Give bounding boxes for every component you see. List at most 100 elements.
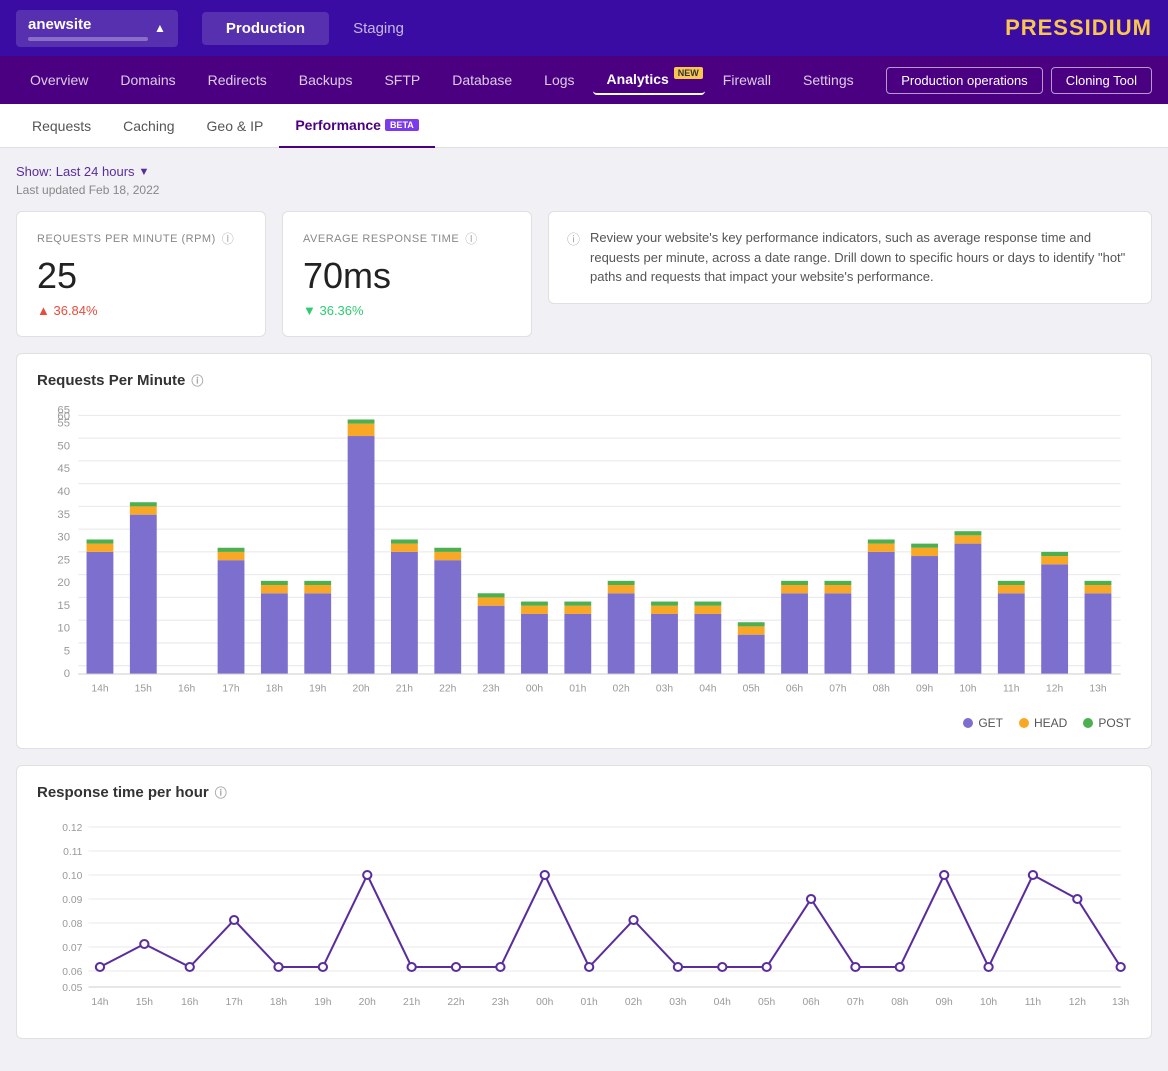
bar-19h-head: [304, 585, 331, 593]
site-name: anewsite: [28, 16, 148, 33]
nav-settings[interactable]: Settings: [789, 66, 868, 94]
bar-05h-post: [738, 622, 765, 626]
cloning-tool-button[interactable]: Cloning Tool: [1051, 67, 1152, 94]
point-05h: [763, 963, 771, 971]
nav-overview[interactable]: Overview: [16, 66, 102, 94]
svg-text:15: 15: [57, 600, 70, 612]
svg-text:08h: 08h: [873, 684, 890, 695]
bar-21h-head: [391, 544, 418, 552]
bar-03h-get: [651, 614, 678, 674]
art-change: ▼ 36.36%: [303, 303, 511, 318]
art-info-icon[interactable]: ⓘ: [465, 230, 478, 247]
nav-logs[interactable]: Logs: [530, 66, 588, 94]
bar-22h-get: [434, 560, 461, 674]
bar-13h-post: [1085, 581, 1112, 585]
svg-text:12h: 12h: [1046, 684, 1063, 695]
response-chart-section: Response time per hour ⓘ 0.12 0.11 0.10 …: [16, 765, 1152, 1039]
response-chart-info-icon[interactable]: ⓘ: [215, 784, 227, 801]
bar-14h-get: [87, 552, 114, 674]
svg-text:10: 10: [57, 623, 70, 635]
bar-02h-post: [608, 581, 635, 585]
bar-18h-get: [261, 593, 288, 674]
nav-backups[interactable]: Backups: [285, 66, 367, 94]
bar-04h-head: [694, 606, 721, 614]
svg-text:00h: 00h: [536, 997, 553, 1008]
svg-text:14h: 14h: [91, 997, 108, 1008]
env-tab-production[interactable]: Production: [202, 12, 329, 45]
bar-17h-post: [218, 548, 245, 552]
subnav-geoip[interactable]: Geo & IP: [191, 104, 280, 148]
date-filter-label: Show: Last 24 hours: [16, 164, 135, 179]
bar-11h-head: [998, 585, 1025, 593]
svg-text:05h: 05h: [743, 684, 760, 695]
date-filter[interactable]: Show: Last 24 hours ▼: [16, 164, 1152, 179]
svg-text:16h: 16h: [181, 997, 198, 1008]
point-21h: [408, 963, 416, 971]
subnav-requests[interactable]: Requests: [16, 104, 107, 148]
svg-text:04h: 04h: [699, 684, 716, 695]
point-00h: [541, 871, 549, 879]
response-line: [100, 875, 1121, 967]
svg-text:45: 45: [57, 463, 70, 475]
bar-07h-head: [824, 585, 851, 593]
bar-05h-get: [738, 635, 765, 674]
production-operations-button[interactable]: Production operations: [886, 67, 1042, 94]
env-tab-staging[interactable]: Staging: [329, 12, 428, 45]
beta-badge: BETA: [385, 119, 419, 131]
point-02h: [629, 916, 637, 924]
svg-text:40: 40: [57, 486, 70, 498]
last-updated: Last updated Feb 18, 2022: [16, 183, 1152, 197]
bar-03h-post: [651, 602, 678, 606]
nav-database[interactable]: Database: [438, 66, 526, 94]
nav-sftp[interactable]: SFTP: [370, 66, 434, 94]
rpm-bar-chart: 0 5 10 15 20 25 30 35 40 45 50 55 60 65 …: [37, 405, 1131, 705]
svg-text:17h: 17h: [226, 997, 243, 1008]
point-13h: [1117, 963, 1125, 971]
bar-10h-get: [955, 544, 982, 674]
point-04h: [718, 963, 726, 971]
nav-actions: Production operations Cloning Tool: [886, 67, 1152, 94]
svg-text:20: 20: [57, 577, 70, 589]
bar-01h-post: [564, 602, 591, 606]
date-filter-arrow: ▼: [139, 166, 150, 178]
bar-04h-get: [694, 614, 721, 674]
nav-domains[interactable]: Domains: [106, 66, 189, 94]
site-selector[interactable]: anewsite ▲: [16, 10, 178, 47]
svg-text:10h: 10h: [980, 997, 997, 1008]
rpm-value: 25: [37, 255, 245, 297]
subnav-performance[interactable]: Performance BETA: [279, 104, 434, 148]
response-line-chart: 0.12 0.11 0.10 0.09 0.08 0.07 0.06 0.05: [37, 817, 1131, 1017]
rpm-change: ▲ 36.84%: [37, 303, 245, 318]
rpm-chart-info-icon[interactable]: ⓘ: [191, 372, 203, 389]
logo-text3: DIUM: [1092, 15, 1152, 40]
rpm-info-icon[interactable]: ⓘ: [222, 230, 235, 247]
svg-text:0.05: 0.05: [62, 983, 82, 994]
bar-23h-post: [478, 593, 505, 597]
header-left: anewsite ▲ Production Staging: [16, 10, 428, 47]
svg-text:12h: 12h: [1069, 997, 1086, 1008]
subnav-caching[interactable]: Caching: [107, 104, 190, 148]
svg-text:22h: 22h: [439, 684, 456, 695]
svg-text:07h: 07h: [847, 997, 864, 1008]
bar-00h-get: [521, 614, 548, 674]
site-arrow: ▲: [154, 21, 166, 35]
rpm-label: REQUESTS PER MINUTE (RPM) ⓘ: [37, 230, 245, 247]
bar-10h-post: [955, 531, 982, 535]
svg-text:20h: 20h: [359, 997, 376, 1008]
rpm-chart-section: Requests Per Minute ⓘ 0 5 10 15 20 25: [16, 353, 1152, 749]
env-tabs: Production Staging: [202, 12, 428, 45]
svg-text:06h: 06h: [786, 684, 803, 695]
nav-redirects[interactable]: Redirects: [194, 66, 281, 94]
nav-firewall[interactable]: Firewall: [709, 66, 785, 94]
svg-text:18h: 18h: [270, 997, 287, 1008]
svg-text:11h: 11h: [1003, 684, 1020, 695]
svg-text:50: 50: [57, 440, 70, 452]
point-18h: [274, 963, 282, 971]
svg-text:19h: 19h: [314, 997, 331, 1008]
point-10h: [984, 963, 992, 971]
bar-08h-get: [868, 552, 895, 674]
svg-text:04h: 04h: [714, 997, 731, 1008]
bar-06h-post: [781, 581, 808, 585]
svg-text:13h: 13h: [1112, 997, 1129, 1008]
nav-analytics[interactable]: Analytics NEW: [593, 65, 705, 95]
